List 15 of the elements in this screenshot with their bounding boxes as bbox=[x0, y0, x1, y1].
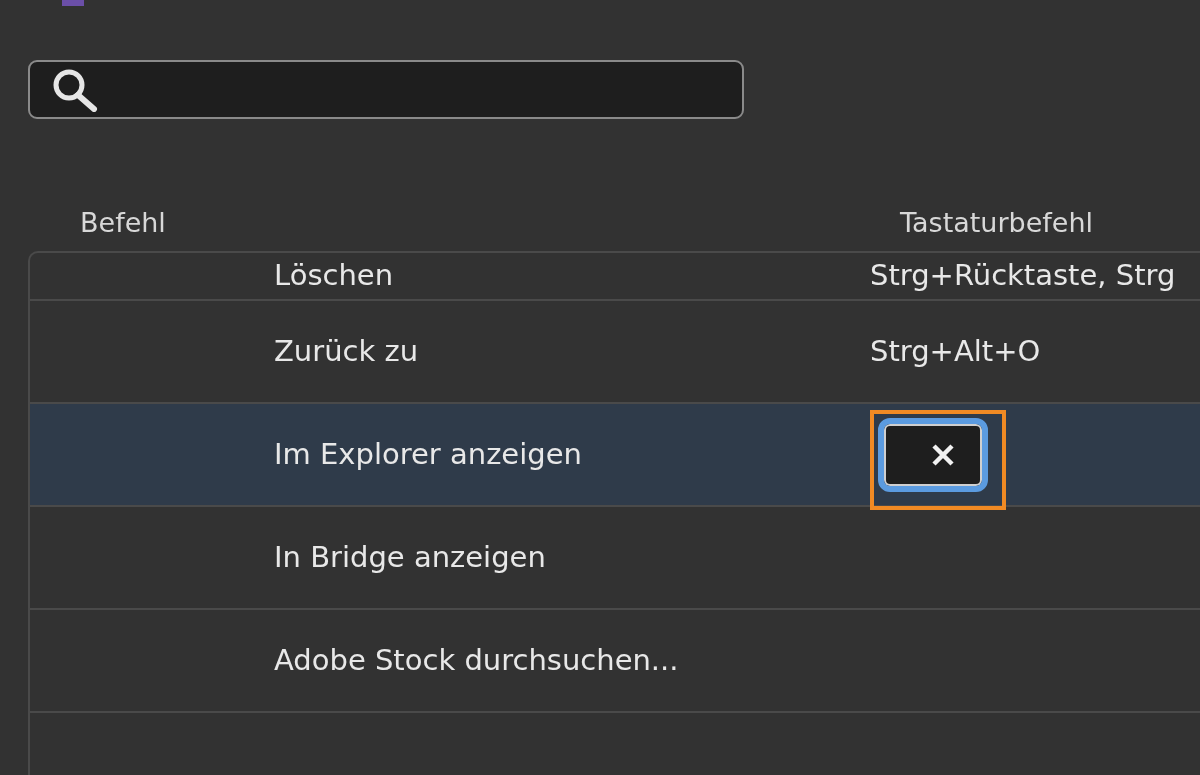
command-label: Löschen bbox=[274, 257, 395, 295]
command-label: Im Explorer anzeigen bbox=[274, 435, 583, 473]
app-icon bbox=[62, 0, 84, 6]
search-field[interactable] bbox=[28, 60, 744, 119]
command-label: In Bridge anzeigen bbox=[274, 538, 547, 576]
search-icon bbox=[52, 67, 98, 112]
clear-icon[interactable] bbox=[930, 441, 956, 468]
command-label: Adobe Stock durchsuchen... bbox=[274, 641, 680, 679]
command-label: Zurück zu bbox=[274, 332, 420, 370]
shortcut-label: Strg+Alt+O bbox=[870, 332, 1041, 370]
shortcut-input-field[interactable] bbox=[878, 417, 988, 492]
column-header: Tastaturbefehl bbox=[900, 206, 1094, 240]
shortcut-label: Strg+Rücktaste, Strg bbox=[870, 257, 1176, 295]
selected-row[interactable]: Im Explorer anzeigen bbox=[30, 404, 1200, 507]
column-header: Befehl bbox=[80, 206, 167, 240]
